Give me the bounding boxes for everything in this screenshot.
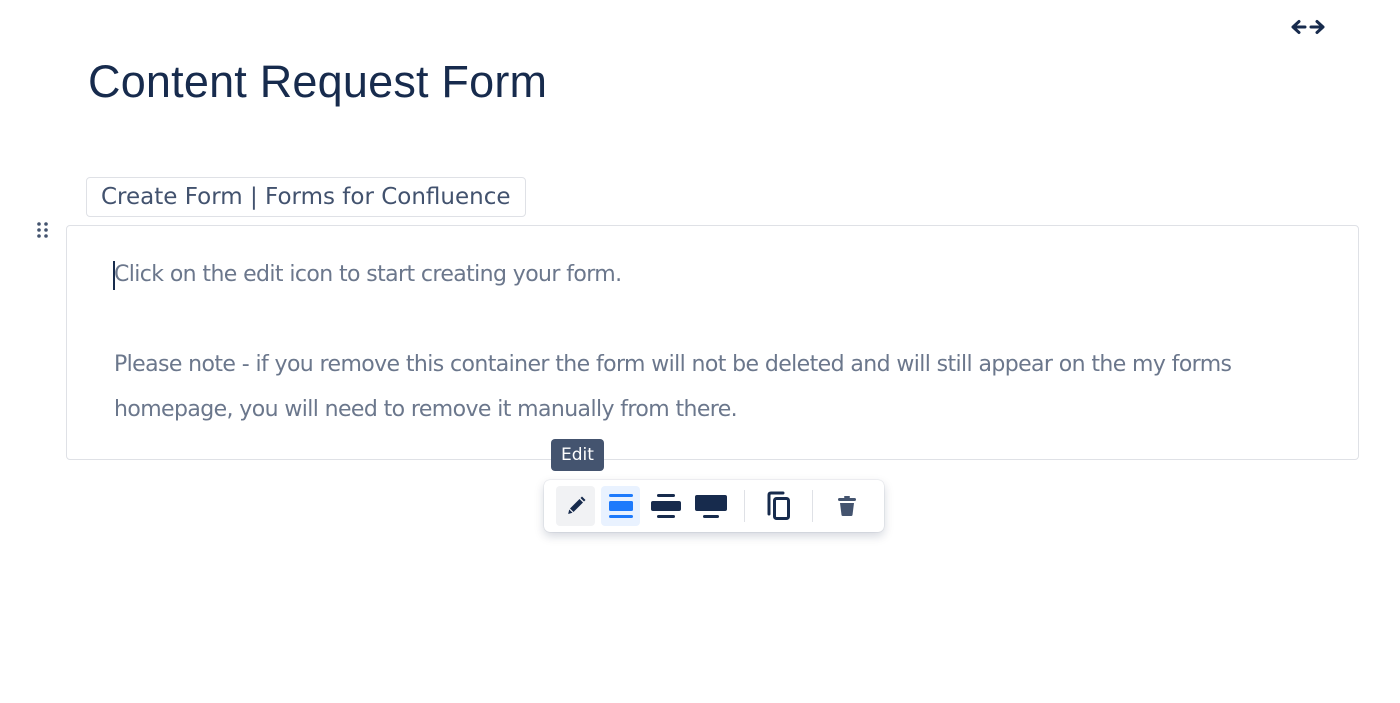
copy-icon xyxy=(767,491,790,520)
edit-button[interactable] xyxy=(556,486,596,526)
edit-tooltip: Edit xyxy=(551,439,604,471)
macro-label[interactable]: Create Form | Forms for Confluence xyxy=(86,177,526,217)
layout-wide-icon xyxy=(650,494,681,518)
macro-note-text: Please note - if you remove this contain… xyxy=(114,352,1232,422)
copy-button[interactable] xyxy=(759,486,798,526)
macro-floating-toolbar xyxy=(544,480,884,532)
pencil-icon xyxy=(567,496,585,514)
drag-handle-icon xyxy=(37,222,48,238)
layout-full-width-button[interactable] xyxy=(691,486,730,526)
expand-width-button[interactable] xyxy=(1290,16,1326,38)
layout-default-button[interactable] xyxy=(601,486,641,526)
layout-wide-button[interactable] xyxy=(646,486,685,526)
toolbar-separator xyxy=(744,490,746,522)
layout-full-width-icon xyxy=(694,495,727,518)
form-macro-container[interactable]: Click on the edit icon to start creating… xyxy=(66,225,1359,460)
arrows-left-right-icon xyxy=(1291,20,1325,34)
toolbar-separator xyxy=(812,490,814,522)
layout-center-icon xyxy=(608,494,633,518)
page-title: Content Request Form xyxy=(88,56,548,107)
macro-instruction-text: Click on the edit icon to start creating… xyxy=(114,262,622,287)
trash-icon xyxy=(837,496,856,516)
drag-handle[interactable] xyxy=(36,221,50,239)
delete-button[interactable] xyxy=(827,486,866,526)
